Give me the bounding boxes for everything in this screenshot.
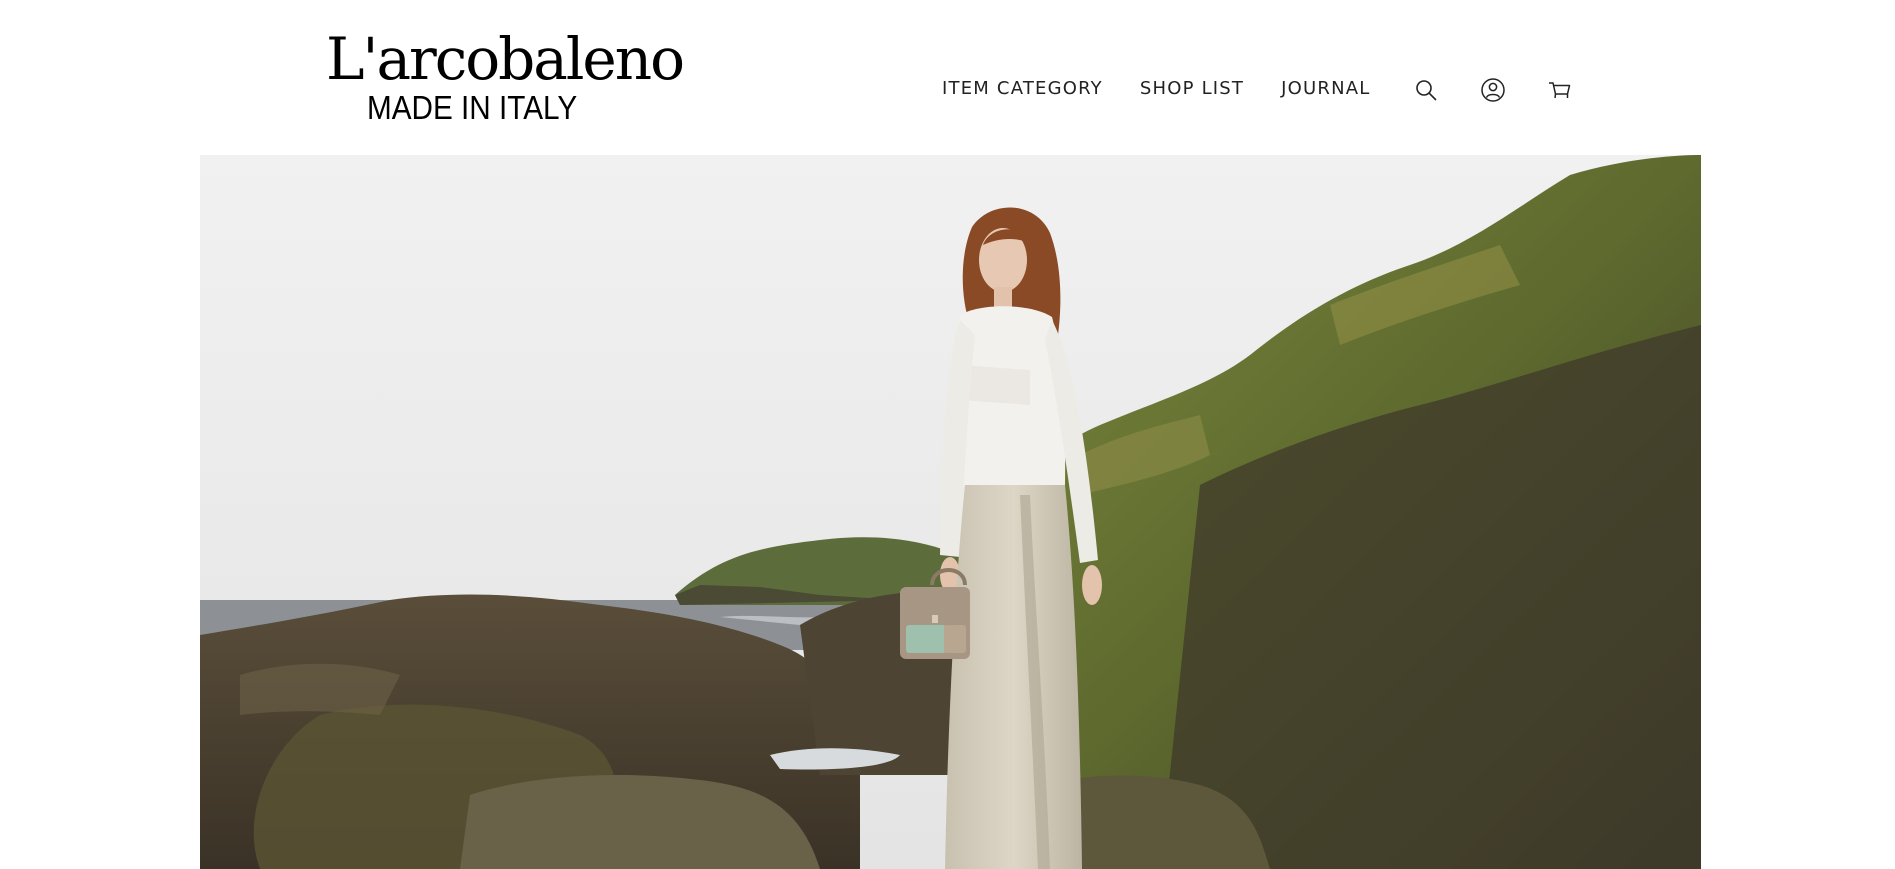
- account-icon: [1481, 78, 1505, 102]
- site-header: L'arcobaleno MADE IN ITALY ITEM CATEGORY…: [0, 0, 1895, 155]
- search-icon: [1416, 80, 1437, 101]
- search-button[interactable]: [1412, 76, 1440, 104]
- hero-photo: [200, 155, 1701, 869]
- main-nav: ITEM CATEGORY SHOP LIST JOURNAL: [942, 76, 1371, 100]
- cart-icon: [1549, 82, 1571, 99]
- cart-button[interactable]: [1546, 76, 1574, 104]
- page: L'arcobaleno MADE IN ITALY ITEM CATEGORY…: [0, 0, 1895, 869]
- brand-tagline: MADE IN ITALY: [367, 89, 578, 126]
- nav-item-category[interactable]: ITEM CATEGORY: [942, 78, 1103, 99]
- brand-wordmark: L'arcobaleno: [326, 25, 685, 93]
- hero-banner: [200, 155, 1701, 869]
- header-icons: [1412, 76, 1574, 104]
- nav-shop-list[interactable]: SHOP LIST: [1140, 78, 1244, 99]
- brand-logo[interactable]: L'arcobaleno MADE IN ITALY: [326, 28, 685, 128]
- nav-journal[interactable]: JOURNAL: [1281, 78, 1370, 99]
- account-button[interactable]: [1479, 76, 1507, 104]
